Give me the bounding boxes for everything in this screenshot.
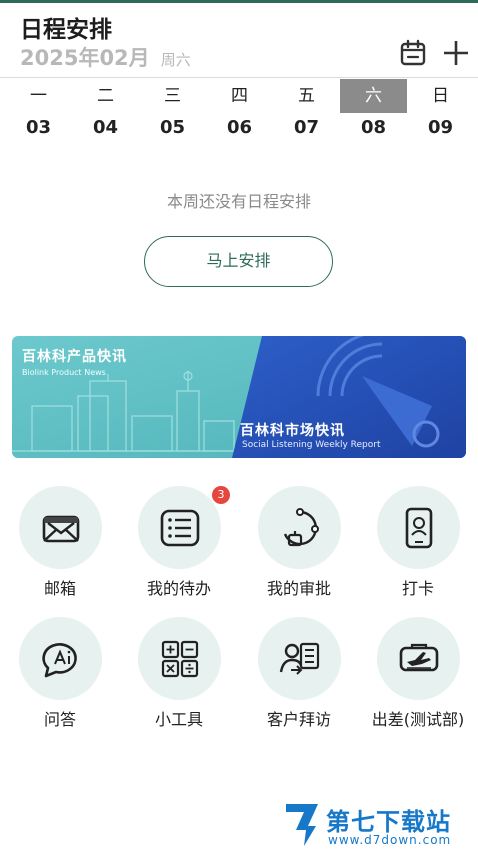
app-label: 问答 [43,710,76,729]
visit-icon-bg [258,617,341,700]
app-qa[interactable]: 问答 [5,617,115,735]
app-label: 出差(测试部) [371,710,465,729]
day-number: 05 [159,117,186,138]
day-name: 四 [231,86,248,106]
mail-icon [42,515,80,543]
app-label: 打卡 [401,579,434,598]
day-number: 07 [293,117,320,138]
site-watermark: 第七下载站 www.d7down.com [282,800,478,850]
day-mon[interactable]: 一 03 [5,79,72,149]
day-sat-selected[interactable]: 六 08 [340,79,407,149]
app-mail[interactable]: 邮箱 [5,486,115,604]
news-banner[interactable]: 百林科产品快讯 Biolink Product News 百林科市场快讯 Soc… [12,336,466,458]
app-label: 小工具 [154,710,203,729]
day-tue[interactable]: 二 04 [72,79,139,149]
header-divider [0,77,478,78]
phone-checkin-icon [405,507,433,549]
watermark-url: www.d7down.com [328,833,452,847]
app-todo[interactable]: 我的待办 [124,486,234,604]
current-date[interactable]: 2025年02月 周六 [20,42,191,72]
day-number: 06 [226,117,253,138]
day-name: 六 [340,79,407,113]
todo-count-badge: 3 [212,486,230,504]
day-thu[interactable]: 四 06 [206,79,273,149]
approval-icon [283,508,319,547]
watermark-logo-icon [286,804,318,846]
day-name: 一 [30,86,47,106]
calculator-icon [161,640,199,678]
day-name: 二 [97,86,114,106]
day-number: 08 [360,117,387,138]
qa-icon-bg [19,617,102,700]
day-wed[interactable]: 三 05 [139,79,206,149]
banner-market-subtitle: Social Listening Weekly Report [242,440,381,450]
watermark-name: 第七下载站 [326,808,451,836]
calendar-icon[interactable] [398,38,428,68]
app-customer-visit[interactable]: 客户拜访 [244,617,354,735]
app-label: 我的审批 [266,579,331,598]
app-label: 邮箱 [43,579,76,598]
tools-icon-bg [138,617,221,700]
app-approval[interactable]: 我的审批 [244,486,354,604]
app-checkin[interactable]: 打卡 [363,486,473,604]
app-label: 我的待办 [146,579,211,598]
day-name: 五 [298,86,315,106]
day-name: 三 [164,86,181,106]
day-name: 日 [432,86,449,106]
banner-product-subtitle: Biolink Product News [22,368,106,377]
approval-icon-bg [258,486,341,569]
schedule-header: 日程安排 2025年02月 周六 [0,6,478,76]
travel-ticket-icon [399,643,439,672]
day-fri[interactable]: 五 07 [273,79,340,149]
customer-visit-icon [279,642,320,675]
todo-list-icon [160,509,200,547]
banner-product-title: 百林科产品快讯 [22,349,127,365]
month-label: 2025年02月 [20,46,150,70]
mail-icon-bg [19,486,102,569]
day-number: 09 [427,117,454,138]
add-schedule-icon[interactable] [441,38,471,68]
top-accent-strip [0,0,478,3]
weekday-label: 周六 [160,51,191,69]
app-label: 客户拜访 [266,710,331,729]
app-business-trip[interactable]: 出差(测试部) [363,617,473,735]
day-number: 03 [25,117,52,138]
arrange-now-button[interactable]: 马上安排 [144,236,333,287]
todo-icon-bg [138,486,221,569]
trip-icon-bg [377,617,460,700]
app-tools[interactable]: 小工具 [124,617,234,735]
empty-schedule-message: 本周还没有日程安排 [166,192,311,211]
page-title: 日程安排 [20,17,112,43]
day-number: 04 [92,117,119,138]
banner-market-title: 百林科市场快讯 [240,423,345,439]
qa-bubble-icon [42,643,77,678]
checkin-icon-bg [377,486,460,569]
week-strip: 一 03 二 04 三 05 四 06 五 07 六 08 日 09 [5,79,473,149]
day-sun[interactable]: 日 09 [407,79,474,149]
